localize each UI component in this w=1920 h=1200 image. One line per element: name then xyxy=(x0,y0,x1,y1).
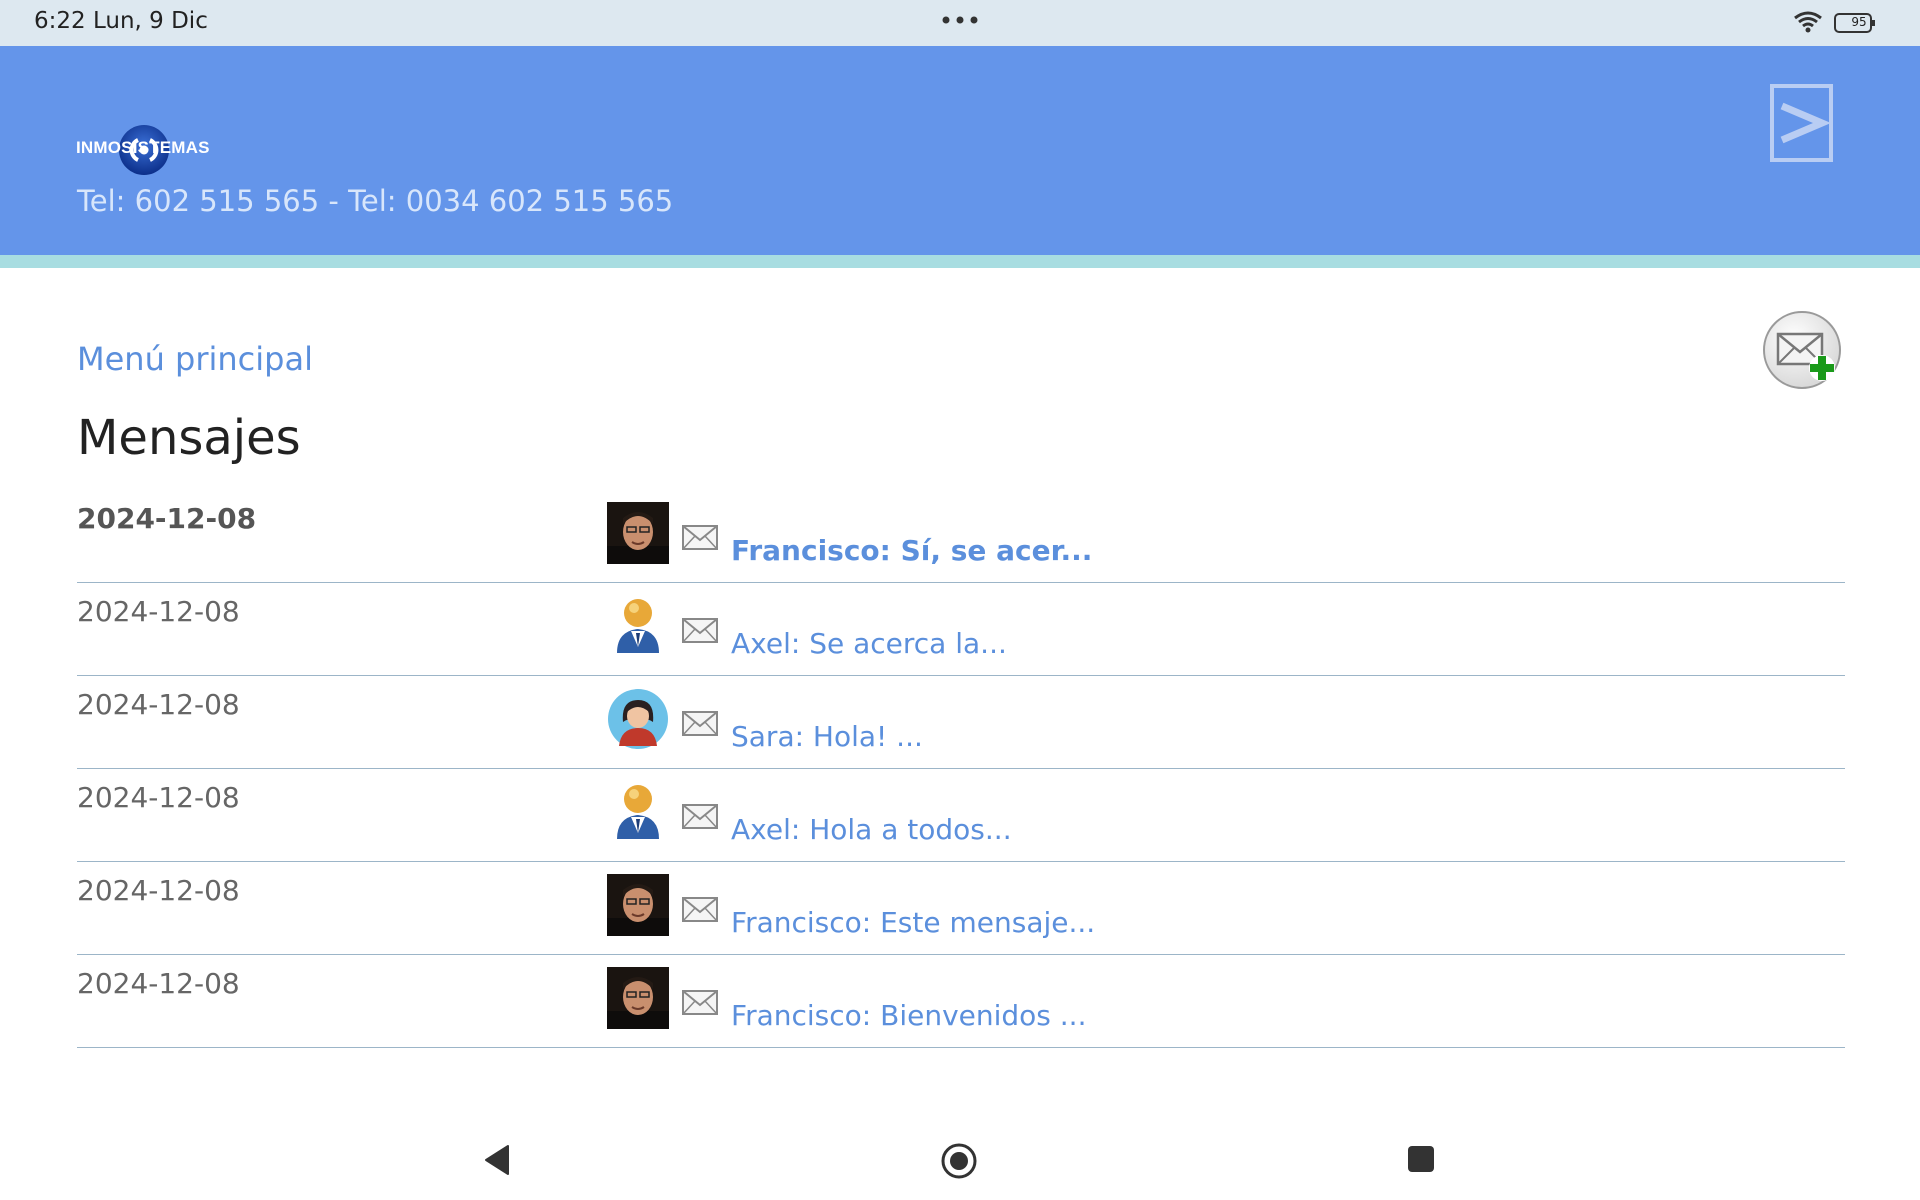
wifi-icon xyxy=(1794,11,1822,33)
play-icon[interactable] xyxy=(1770,84,1833,162)
message-preview-link[interactable]: Sara: Hola! ... xyxy=(731,720,923,753)
envelope-icon xyxy=(682,711,718,736)
message-date: 2024-12-08 xyxy=(77,781,240,814)
compose-mail-icon[interactable] xyxy=(1762,310,1844,392)
home-icon[interactable] xyxy=(940,1142,978,1180)
message-preview-link[interactable]: Axel: Hola a todos... xyxy=(731,813,1012,846)
woman-avatar-icon xyxy=(608,689,668,749)
avatar-photo-icon xyxy=(607,874,669,936)
message-preview-link[interactable]: Francisco: Sí, se acer... xyxy=(731,534,1092,567)
battery-level: 95 xyxy=(1851,15,1867,29)
envelope-icon xyxy=(682,897,718,922)
message-preview-link[interactable]: Francisco: Bienvenidos ... xyxy=(731,999,1086,1032)
message-row[interactable]: 2024-12-08 Francisco: Este mensaje... xyxy=(77,862,1845,955)
envelope-icon xyxy=(682,804,718,829)
message-row[interactable]: 2024-12-08 Axel: Hola a todos... xyxy=(77,769,1845,862)
envelope-icon xyxy=(682,990,718,1015)
message-date: 2024-12-08 xyxy=(77,967,240,1000)
status-time: 6:22 Lun, 9 Dic xyxy=(34,8,208,34)
page-title: Mensajes xyxy=(77,410,301,466)
header-stripe xyxy=(0,255,1920,268)
header-phone: Tel: 602 515 565 - Tel: 0034 602 515 565 xyxy=(77,184,674,218)
generic-user-icon xyxy=(617,785,659,839)
app-header: INMOSISTEMAS Tel: 602 515 565 - Tel: 003… xyxy=(0,46,1920,255)
message-date: 2024-12-08 xyxy=(77,688,240,721)
avatar-photo-icon xyxy=(607,502,669,564)
envelope-icon xyxy=(682,618,718,643)
back-icon[interactable] xyxy=(482,1142,512,1178)
message-row[interactable]: 2024-12-08 Francisco: Bienvenidos ... xyxy=(77,955,1845,1048)
system-nav-bar xyxy=(0,1120,1920,1200)
envelope-icon xyxy=(682,525,718,550)
brand-name: INMOSISTEMAS xyxy=(76,138,210,157)
more-dots-icon xyxy=(942,16,978,24)
status-bar: 6:22 Lun, 9 Dic 95 xyxy=(0,0,1920,46)
message-date: 2024-12-08 xyxy=(77,502,257,535)
recent-apps-icon[interactable] xyxy=(1406,1144,1436,1174)
message-preview-link[interactable]: Axel: Se acerca la... xyxy=(731,627,1007,660)
message-date: 2024-12-08 xyxy=(77,595,240,628)
message-date: 2024-12-08 xyxy=(77,874,240,907)
avatar-photo-icon xyxy=(607,967,669,1029)
message-list: 2024-12-08 Francisco: Sí, se acer... 202… xyxy=(77,490,1845,1048)
message-preview-link[interactable]: Francisco: Este mensaje... xyxy=(731,906,1095,939)
main-menu-link[interactable]: Menú principal xyxy=(77,340,313,378)
message-row[interactable]: 2024-12-08 Axel: Se acerca la... xyxy=(77,583,1845,676)
message-row[interactable]: 2024-12-08 Sara: Hola! ... xyxy=(77,676,1845,769)
generic-user-icon xyxy=(617,599,659,653)
message-row[interactable]: 2024-12-08 Francisco: Sí, se acer... xyxy=(77,490,1845,583)
